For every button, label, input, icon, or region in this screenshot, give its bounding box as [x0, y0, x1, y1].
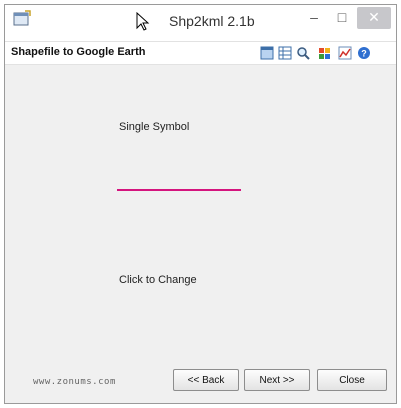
close-window-button[interactable]: ✕: [357, 7, 391, 29]
back-button[interactable]: << Back: [173, 369, 239, 391]
next-button[interactable]: Next >>: [244, 369, 310, 391]
app-window: Shp2kml 2.1b – □ ✕ Shapefile to Google E…: [4, 4, 397, 404]
click-to-change-label[interactable]: Click to Change: [119, 274, 197, 286]
symbol-type-label: Single Symbol: [119, 121, 190, 133]
close-button[interactable]: Close: [317, 369, 387, 391]
window-title: Shp2kml 2.1b: [169, 13, 255, 29]
help-icon[interactable]: ?: [357, 46, 371, 60]
magnify-icon[interactable]: [296, 46, 310, 60]
mouse-cursor-icon: [136, 12, 150, 31]
website-label: www.zonums.com: [33, 377, 116, 387]
app-icon: [13, 10, 31, 26]
chart-icon[interactable]: [338, 46, 352, 60]
title-bar: Shp2kml 2.1b – □ ✕: [5, 5, 396, 41]
maximize-button[interactable]: □: [327, 7, 357, 29]
window-icon[interactable]: [260, 46, 274, 60]
minimize-button[interactable]: –: [299, 7, 329, 29]
table-icon[interactable]: [278, 46, 292, 60]
palette-icon[interactable]: [318, 46, 332, 60]
symbol-line-preview[interactable]: [117, 189, 241, 191]
header-bar: Shapefile to Google Earth ?: [5, 41, 396, 65]
svg-text:?: ?: [361, 49, 367, 59]
header-label: Shapefile to Google Earth: [11, 46, 146, 58]
